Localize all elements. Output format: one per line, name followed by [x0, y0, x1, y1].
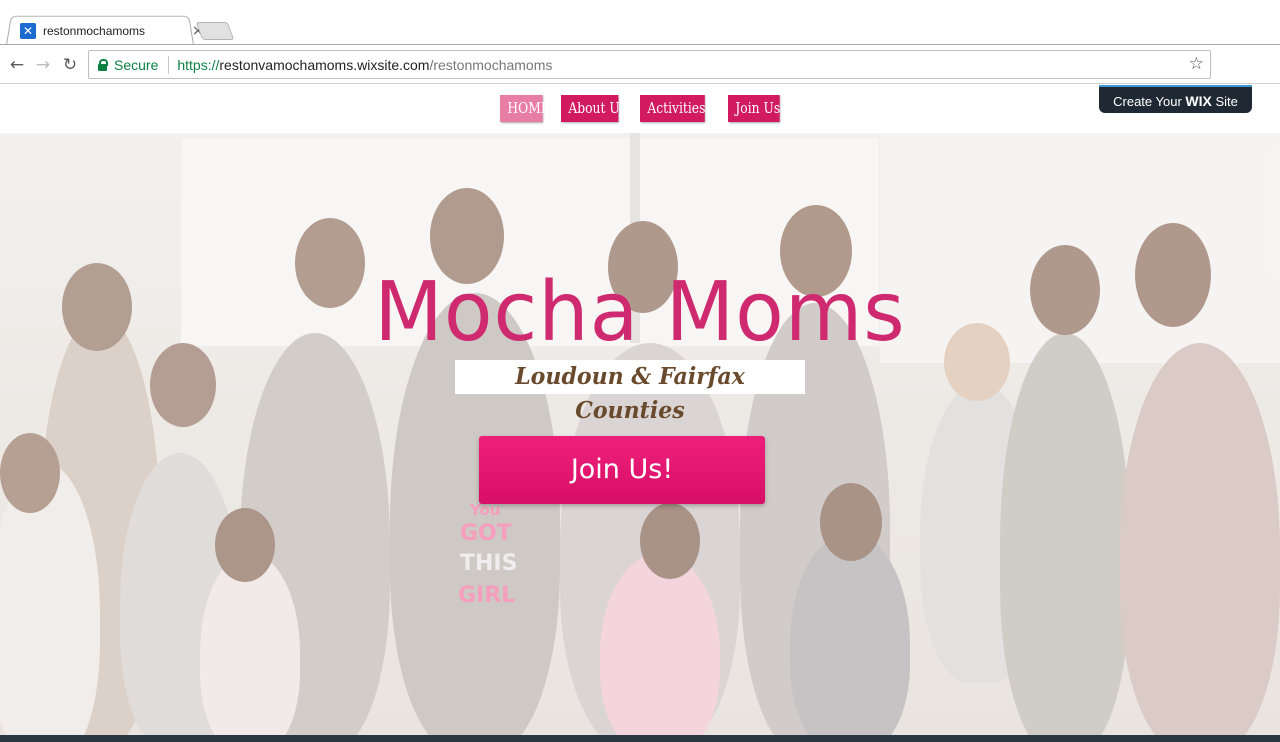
nav-item-activities[interactable]: Activities: [640, 95, 705, 122]
browser-tab-content[interactable]: ✕ restonmochamoms ×: [20, 20, 204, 42]
omnibox-separator: [168, 55, 170, 74]
browser-toolbar: ← → ↻ Secure https:// restonvamochamoms.…: [0, 45, 1280, 84]
site-favicon-icon: ✕: [20, 23, 36, 39]
browser-tabstrip: ✕ restonmochamoms ×: [0, 0, 1280, 45]
url-scheme: https://: [177, 56, 220, 73]
hero-title: Mocha Moms: [374, 265, 906, 360]
create-wix-site-badge[interactable]: Create Your WIX Site: [1099, 85, 1252, 113]
hero-white-overlay: [0, 133, 1280, 735]
hero-subtitle-box: Loudoun & Fairfax Counties: [455, 360, 805, 424]
page-bottom-bar: [0, 735, 1280, 742]
address-bar[interactable]: Secure https:// restonvamochamoms.wixsit…: [88, 50, 1211, 79]
reload-icon[interactable]: ↻: [59, 54, 81, 76]
new-tab-button[interactable]: [195, 22, 235, 40]
wix-badge-suffix: Site: [1211, 94, 1238, 109]
nav-item-join-us[interactable]: Join Us: [728, 95, 780, 122]
bookmark-star-icon[interactable]: ☆: [1189, 54, 1204, 74]
url-host: restonvamochamoms.wixsite.com: [219, 56, 430, 73]
nav-item-home[interactable]: HOME: [500, 95, 550, 122]
url-path: /restonmochamoms: [429, 56, 553, 73]
hero-photo: You GOT THIS GIRL: [0, 133, 1280, 735]
join-us-button[interactable]: Join Us!: [479, 436, 765, 504]
lock-icon: [98, 58, 108, 71]
back-arrow-icon[interactable]: ←: [6, 54, 28, 76]
web-page: You GOT THIS GIRL HOME About Us Activiti…: [0, 85, 1280, 742]
forward-arrow-icon[interactable]: →: [32, 54, 54, 76]
wix-badge-prefix: Create Your: [1113, 94, 1186, 109]
wix-logo-text: WIX: [1185, 93, 1212, 109]
secure-label: Secure: [114, 56, 159, 73]
site-navigation: HOME About Us Activities Join Us: [500, 95, 791, 122]
tab-title: restonmochamoms: [43, 24, 146, 38]
nav-item-about-us[interactable]: About Us: [561, 95, 626, 122]
hero-subtitle: Loudoun & Fairfax Counties: [515, 363, 745, 424]
